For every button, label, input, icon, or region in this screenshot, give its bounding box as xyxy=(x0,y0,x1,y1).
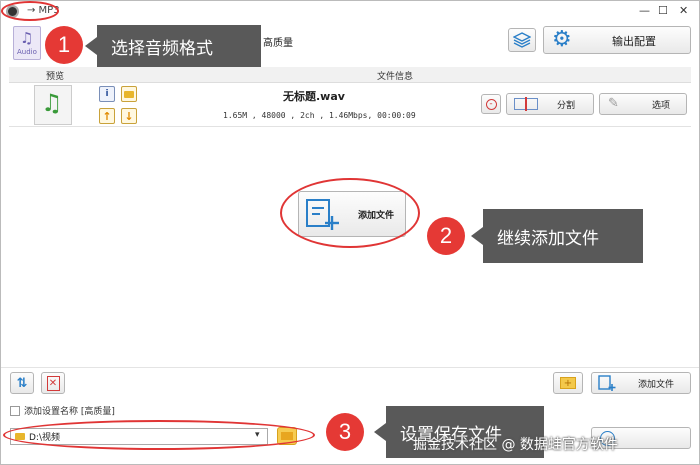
minimize-button[interactable]: — xyxy=(639,4,650,17)
edit-icon: ✎ xyxy=(608,96,619,111)
close-button[interactable]: ✕ xyxy=(679,4,688,17)
app-window: → MP3 — ☐ ✕ ♫ Audio 高质量 ⚙ 输出配置 预览 文件信息 ♫… xyxy=(0,0,700,465)
add-setting-checkbox[interactable] xyxy=(10,406,20,416)
bottom-add-file-label: 添加文件 xyxy=(638,380,675,390)
minus-circle-icon: - xyxy=(485,98,497,110)
gear-icon: ⚙ xyxy=(552,27,572,52)
sort-button[interactable]: ⇅ xyxy=(10,372,34,394)
layers-icon xyxy=(513,32,531,48)
clear-list-button[interactable]: ✕ xyxy=(41,372,65,394)
add-file-annotation-ring xyxy=(280,178,420,248)
split-icon xyxy=(514,97,538,111)
annotation-callout-1: 选择音频格式 xyxy=(85,25,261,67)
open-folder-button[interactable] xyxy=(121,86,137,102)
quality-label: 高质量 xyxy=(263,38,293,49)
file-name: 无标题.wav xyxy=(283,90,345,103)
move-down-button[interactable]: ↓ xyxy=(121,108,137,124)
table-header: 预览 文件信息 xyxy=(9,67,691,83)
title-bar: → MP3 — ☐ ✕ xyxy=(1,1,699,23)
add-setting-label: 添加设置名称 [高质量] xyxy=(24,407,115,417)
options-button[interactable]: ✎ 选项 xyxy=(599,93,687,115)
audio-format-button[interactable]: ♫ Audio xyxy=(13,26,41,60)
annotation-callout-2: 继续添加文件 xyxy=(471,209,643,263)
file-thumbnail: ♫ xyxy=(34,85,72,125)
bottom-divider xyxy=(1,367,699,368)
output-config-label: 输出配置 xyxy=(612,35,656,48)
info-button[interactable]: i xyxy=(99,86,115,102)
move-up-button[interactable]: ↑ xyxy=(99,108,115,124)
folder-icon xyxy=(124,90,134,98)
maximize-button[interactable]: ☐ xyxy=(658,4,668,17)
sort-icon: ⇅ xyxy=(16,375,28,391)
info-icon: i xyxy=(105,89,109,99)
output-config-button[interactable]: ⚙ 输出配置 xyxy=(543,26,691,54)
layers-button[interactable] xyxy=(508,28,536,52)
format-label: Audio xyxy=(17,48,37,56)
file-row[interactable]: ♫ i ↑ ↓ 无标题.wav 1.65M , 48000 , 2ch , 1.… xyxy=(9,83,691,127)
options-label: 选项 xyxy=(652,101,671,111)
annotation-number-3: 3 xyxy=(326,413,364,451)
arrow-up-icon: ↑ xyxy=(102,109,112,123)
annotation-number-1: 1 xyxy=(45,26,83,64)
annotation-number-2: 2 xyxy=(427,217,465,255)
remove-button[interactable]: - xyxy=(481,94,501,114)
file-details: 1.65M , 48000 , 2ch , 1.46Mbps, 00:00:09 xyxy=(223,111,416,120)
title-annotation-ring xyxy=(1,1,59,21)
add-file-small-icon xyxy=(598,375,616,391)
delete-icon: ✕ xyxy=(46,375,60,391)
split-button[interactable]: 分割 xyxy=(506,93,594,115)
col-preview-header: 预览 xyxy=(46,72,65,82)
arrow-down-icon: ↓ xyxy=(124,109,134,123)
path-annotation-ring xyxy=(3,420,315,450)
bottom-add-file-button[interactable]: 添加文件 xyxy=(591,372,691,394)
add-folder-button[interactable]: + xyxy=(553,372,583,394)
split-label: 分割 xyxy=(557,101,576,111)
music-note-icon: ♫ xyxy=(20,29,34,47)
folder-plus-icon: + xyxy=(560,377,576,389)
col-fileinfo-header: 文件信息 xyxy=(377,72,414,82)
watermark-text: 掘金技术社区 @ 数据蛙官方软件 xyxy=(413,437,618,453)
audio-file-icon: ♫ xyxy=(41,89,63,117)
